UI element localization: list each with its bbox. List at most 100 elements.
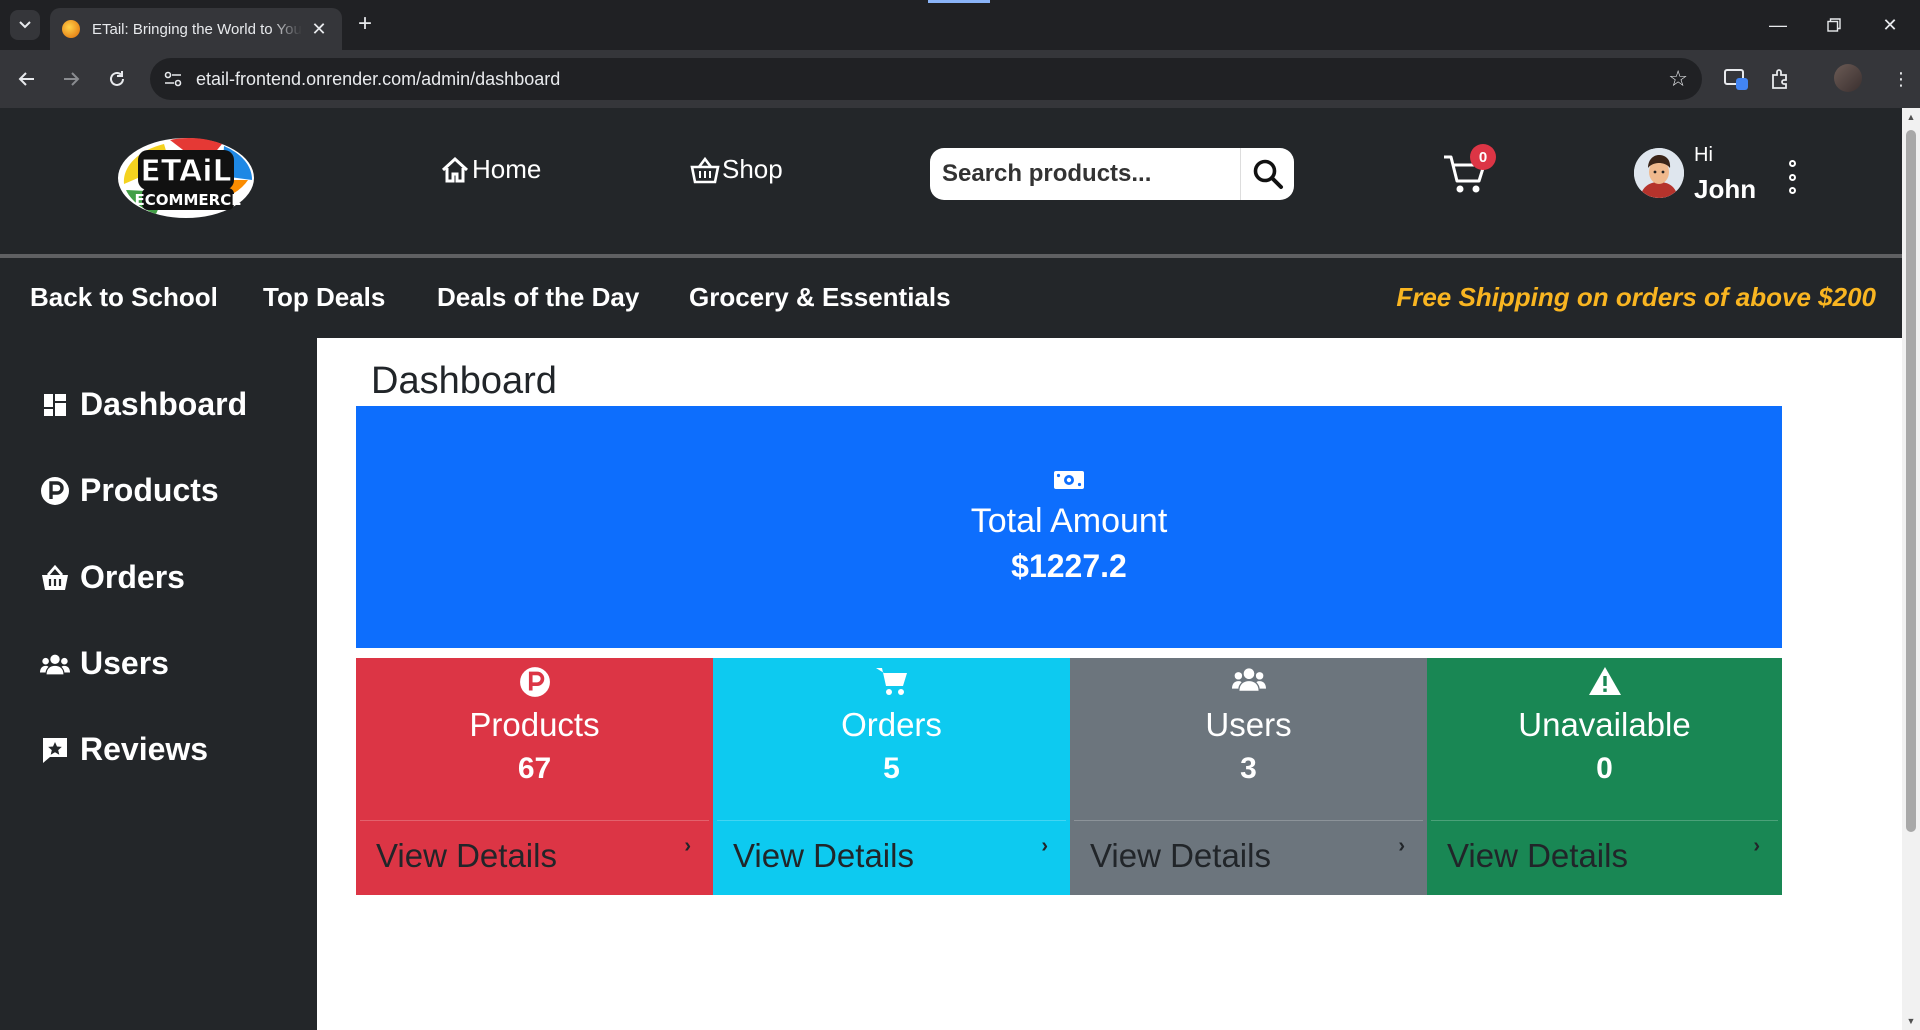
stat-label: Users [1205, 706, 1292, 743]
category-deals-of-the-day[interactable]: Deals of the Day [437, 282, 639, 313]
warning-icon [1588, 667, 1621, 695]
page-scrollbar[interactable]: ▲ ▼ [1902, 108, 1920, 1030]
site-info-icon[interactable] [162, 68, 184, 90]
tab-title: ETail: Bringing the World to Your Door [92, 20, 302, 38]
sidebar-item-label: Reviews [80, 731, 209, 767]
url-text: etail-frontend.onrender.com/admin/dashbo… [196, 69, 561, 89]
user-avatar[interactable] [1634, 148, 1684, 198]
scroll-down-arrow-icon[interactable]: ▼ [1906, 1016, 1916, 1026]
svg-text:ECOMMERCE: ECOMMERCE [135, 191, 242, 209]
sidebar-item-orders[interactable]: Orders [40, 559, 185, 596]
total-amount-card: Total Amount $1227.2 [356, 406, 1782, 648]
view-details-label: View Details [376, 837, 557, 874]
chevron-right-icon: › [1753, 835, 1760, 857]
user-name[interactable]: John [1694, 174, 1756, 205]
search-input[interactable] [930, 148, 1240, 200]
sidebar-item-label: Users [80, 645, 169, 681]
browser-tab-active[interactable]: ETail: Bringing the World to Your Door ✕ [50, 8, 342, 50]
basket-icon [40, 563, 70, 593]
stat-value: 5 [883, 752, 900, 785]
sidebar-item-label: Dashboard [80, 386, 248, 422]
stat-label: Unavailable [1518, 706, 1691, 743]
cart-count-badge: 0 [1470, 144, 1496, 170]
orders-stat-card: Orders 5 View Details › [713, 658, 1070, 895]
view-details-label: View Details [1090, 837, 1271, 874]
products-stat-card: Products 67 View Details › [356, 658, 713, 895]
dashboard-icon [40, 390, 70, 420]
view-details-label: View Details [733, 837, 914, 874]
search-button[interactable] [1242, 148, 1294, 200]
view-details-label: View Details [1447, 837, 1628, 874]
site-header: ETAiL ECOMMERCE Home Shop 0 [0, 108, 1902, 254]
restore-button[interactable] [1806, 0, 1862, 50]
search-icon [1253, 159, 1283, 189]
total-amount-label: Total Amount [970, 502, 1168, 540]
arrow-right-icon [64, 72, 80, 86]
svg-text:ETAiL: ETAiL [140, 154, 231, 189]
browser-toolbar: etail-frontend.onrender.com/admin/dashbo… [0, 50, 1920, 108]
sidebar-item-reviews[interactable]: Reviews [40, 731, 208, 768]
users-stat-card: Users 3 View Details › [1070, 658, 1427, 895]
search-divider [1240, 148, 1241, 200]
stat-value: 0 [1596, 752, 1613, 785]
stat-value: 3 [1240, 752, 1257, 785]
nav-shop-link[interactable]: Shop [690, 154, 783, 185]
scrollbar-thumb[interactable] [1906, 130, 1916, 832]
basket-icon [690, 156, 720, 183]
sidebar-item-users[interactable]: Users [40, 645, 169, 682]
tab-search-button[interactable] [10, 10, 40, 40]
bookmark-star-icon[interactable]: ☆ [1668, 66, 1688, 92]
category-top-deals[interactable]: Top Deals [263, 282, 385, 313]
search-bar [930, 148, 1294, 200]
chevron-right-icon: › [1398, 835, 1405, 857]
favicon-icon [62, 20, 80, 38]
web-page: ETAiL ECOMMERCE Home Shop 0 [0, 108, 1902, 1030]
sidebar-item-label: Products [80, 472, 219, 508]
reload-icon [110, 71, 124, 86]
user-menu-kebab-icon[interactable] [1782, 160, 1802, 194]
cast-extension-icon[interactable] [1722, 64, 1752, 94]
chevron-down-icon [19, 21, 31, 29]
users-icon [40, 649, 70, 679]
close-window-button[interactable]: ✕ [1862, 0, 1918, 50]
category-nav: Back to School Top Deals Deals of the Da… [0, 258, 1902, 338]
arrow-left-icon [18, 72, 34, 86]
stat-value: 67 [517, 752, 552, 785]
nav-shop-label: Shop [722, 154, 783, 184]
unavailable-stat-card: Unavailable 0 View Details › [1427, 658, 1782, 895]
view-details-link[interactable]: View Details › [1074, 820, 1423, 895]
view-details-link[interactable]: View Details › [717, 820, 1066, 895]
etail-logo[interactable]: ETAiL ECOMMERCE [116, 132, 256, 220]
greeting-text: Hi [1694, 144, 1713, 166]
product-p-icon [40, 476, 70, 506]
tab-close-icon[interactable]: ✕ [308, 19, 330, 40]
sidebar-item-dashboard[interactable]: Dashboard [40, 386, 247, 423]
scroll-up-arrow-icon[interactable]: ▲ [1906, 112, 1916, 122]
sidebar-item-label: Orders [80, 559, 185, 595]
back-button[interactable] [12, 64, 42, 94]
category-back-to-school[interactable]: Back to School [30, 282, 218, 313]
nav-home-label: Home [472, 154, 542, 184]
view-details-link[interactable]: View Details › [360, 820, 709, 895]
total-amount-value: $1227.2 [1011, 548, 1127, 584]
sidebar-item-products[interactable]: Products [40, 472, 219, 509]
view-details-link[interactable]: View Details › [1431, 820, 1778, 895]
address-bar[interactable]: etail-frontend.onrender.com/admin/dashbo… [150, 58, 1702, 100]
browser-menu-icon[interactable]: ⋮ [1886, 64, 1916, 94]
tab-accent-bar [928, 0, 990, 3]
stat-label: Products [469, 706, 600, 743]
new-tab-button[interactable]: + [352, 12, 378, 38]
chevron-right-icon: › [1041, 835, 1048, 857]
extensions-puzzle-icon[interactable] [1766, 64, 1796, 94]
browser-profile-avatar[interactable] [1834, 64, 1862, 92]
minimize-button[interactable]: — [1750, 0, 1806, 50]
cart-icon [875, 668, 907, 695]
nav-home-link[interactable]: Home [440, 154, 541, 185]
dashboard-main: Dashboard Total Amount $1227.2 Products … [317, 338, 1902, 1030]
money-icon [1054, 471, 1084, 489]
forward-button[interactable] [56, 64, 86, 94]
reload-button[interactable] [102, 64, 132, 94]
admin-sidebar: Dashboard Products Orders Users Reviews [0, 338, 317, 1030]
category-grocery-essentials[interactable]: Grocery & Essentials [689, 282, 951, 313]
browser-tabstrip: ETail: Bringing the World to Your Door ✕… [0, 0, 1920, 50]
